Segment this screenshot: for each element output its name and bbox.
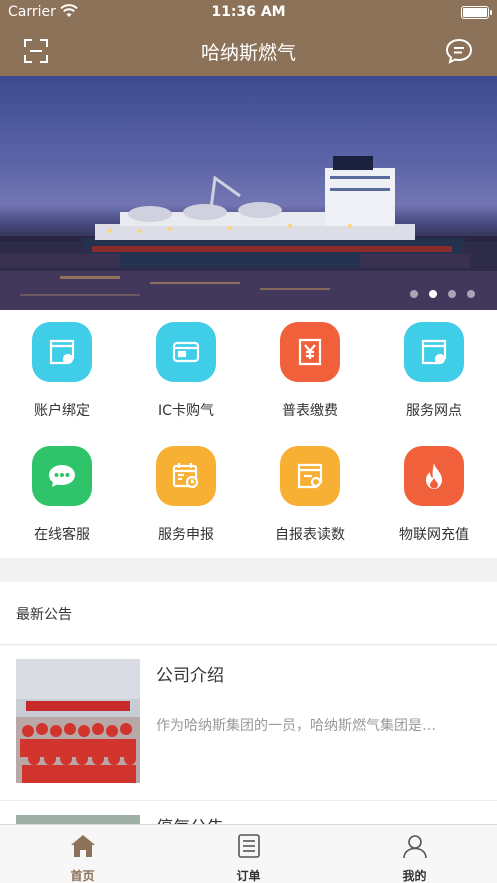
page-title: 哈纳斯燃气 [200, 42, 296, 64]
service-online-support[interactable]: 在线客服 [0, 434, 124, 558]
service-label: 自报表读数 [275, 527, 345, 543]
service-grid: 账户绑定 IC卡购气 普表缴费 服务网点 在线客服 服务申报 自报表读数 物联网… [0, 310, 497, 558]
service-self-reading[interactable]: 自报表读数 [248, 434, 372, 558]
tab-label: 订单 [236, 869, 261, 883]
tab-bar: 首页 订单 我的 [0, 824, 497, 883]
nav-bar: 哈纳斯燃气 [0, 26, 497, 76]
account-bind-icon [32, 322, 92, 382]
service-iot-recharge[interactable]: 物联网充值 [372, 434, 496, 558]
order-list-icon [238, 834, 260, 858]
status-bar: Carrier 11:36 AM [0, 0, 497, 26]
tab-profile[interactable]: 我的 [332, 825, 497, 883]
announcement-section: 最新公告 公司介绍 作为哈纳斯集团的一员，哈纳斯燃气集团是… [0, 582, 497, 838]
message-icon[interactable] [445, 37, 473, 65]
carousel-dot[interactable] [448, 290, 456, 298]
announcement-summary: 作为哈纳斯集团的一员，哈纳斯燃气集团是… [156, 718, 436, 734]
announcement-item[interactable]: 公司介绍 作为哈纳斯集团的一员，哈纳斯燃气集团是… [0, 645, 497, 800]
clock: 11:36 AM [211, 4, 286, 20]
banner-carousel[interactable] [0, 76, 497, 310]
service-label: 物联网充值 [399, 527, 469, 543]
service-label: 服务申报 [158, 527, 214, 543]
calendar-icon [156, 446, 216, 506]
service-label: 账户绑定 [34, 403, 90, 419]
carousel-indicator[interactable] [410, 290, 475, 298]
service-outlet-icon [404, 322, 464, 382]
meter-reading-icon [280, 446, 340, 506]
tab-label: 首页 [70, 869, 95, 883]
carousel-dot-active[interactable] [429, 290, 437, 298]
announcement-thumbnail [16, 659, 140, 783]
yen-payment-icon [280, 322, 340, 382]
service-label: 服务网点 [406, 403, 462, 419]
banner-image [0, 156, 497, 310]
service-label: 在线客服 [34, 527, 90, 543]
service-report[interactable]: 服务申报 [124, 434, 248, 558]
ic-card-icon [156, 322, 216, 382]
tab-label: 我的 [402, 869, 427, 883]
service-meter-payment[interactable]: 普表缴费 [248, 310, 372, 434]
carousel-dot[interactable] [467, 290, 475, 298]
tab-home[interactable]: 首页 [0, 825, 165, 883]
service-ic-card[interactable]: IC卡购气 [124, 310, 248, 434]
flame-icon [404, 446, 464, 506]
service-outlet[interactable]: 服务网点 [372, 310, 496, 434]
carousel-dot[interactable] [410, 290, 418, 298]
section-heading: 最新公告 [16, 607, 72, 623]
service-label: 普表缴费 [282, 403, 338, 419]
chat-bubble-icon [32, 446, 92, 506]
tab-orders[interactable]: 订单 [166, 825, 331, 883]
battery-icon [461, 6, 492, 19]
profile-icon [403, 835, 427, 859]
service-label: IC卡购气 [158, 403, 214, 419]
service-account-bind[interactable]: 账户绑定 [0, 310, 124, 434]
home-icon [71, 835, 95, 857]
announcement-title: 公司介绍 [156, 666, 224, 686]
